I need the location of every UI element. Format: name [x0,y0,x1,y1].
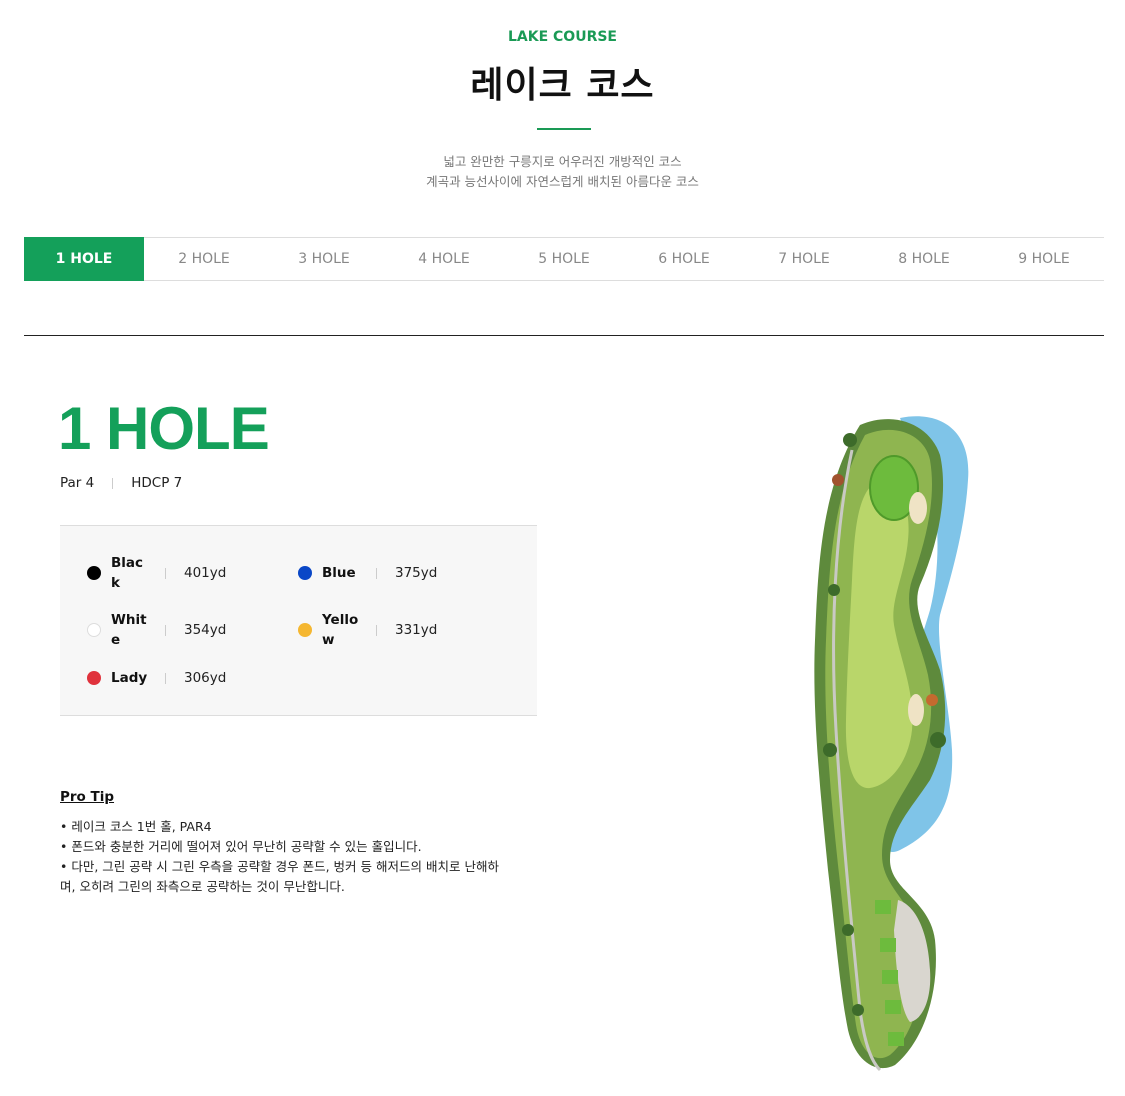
hole-meta: Par 4 HDCP 7 [60,475,182,491]
tee-name: Black [111,555,144,591]
tab-hole-3[interactable]: 3 HOLE [264,238,384,280]
tee-box [880,938,896,952]
tab-hole-1[interactable]: 1 HOLE [24,237,144,281]
title-divider [537,128,591,130]
course-english-name: LAKE COURSE [507,29,617,45]
tee-color-dot [87,671,101,685]
tee-yardage: 306yd [184,670,227,686]
tab-hole-2[interactable]: 2 HOLE [144,238,264,280]
tee-yardage: 354yd [184,622,227,638]
tee-separator [165,624,166,636]
tee-color-dot [298,623,312,637]
hole-title: 1 HOLE [58,395,270,462]
bunker [909,492,927,524]
meta-separator [112,477,114,489]
hole-tabs: 1 HOLE 2 HOLE 3 HOLE 4 HOLE 5 HOLE 6 HOL… [24,237,1104,281]
tab-hole-8[interactable]: 8 HOLE [864,238,984,280]
tee-separator [165,672,166,684]
tree [926,694,938,706]
tree [823,743,837,757]
tee-separator [165,567,166,579]
hole-par: Par 4 [60,475,95,491]
tee-yellow: Yellow 331yd [298,610,437,650]
tee-color-dot [87,566,101,580]
tree [828,584,840,596]
bunker [908,694,924,726]
protip-list: • 레이크 코스 1번 홀, PAR4 • 폰드와 충분한 거리에 떨어져 있어… [60,817,500,897]
tee-lady: Lady 306yd [87,668,226,688]
protip-item: • 레이크 코스 1번 홀, PAR4 [60,819,212,834]
tee-separator [376,624,377,636]
protip-item: • 다만, 그린 공략 시 그린 우측을 공략할 경우 폰드, 벙커 등 해저드… [60,859,499,894]
protip-title: Pro Tip [60,789,115,805]
tree [843,433,857,447]
description-line-1: 넓고 완만한 구릉지로 어우러진 개방적인 코스 [443,154,682,169]
page-title: 레이크 코스 [470,65,655,106]
tree [832,474,844,486]
tee-name: Lady [111,670,148,686]
tee-box [882,970,898,984]
tab-hole-7[interactable]: 7 HOLE [744,238,864,280]
tee-yardage: 331yd [395,622,438,638]
tee-color-dot [87,623,101,637]
tree [930,732,946,748]
tab-hole-6[interactable]: 6 HOLE [624,238,744,280]
tee-box [885,1000,901,1014]
tee-white: White 354yd [87,610,226,650]
hole-map-illustration [814,416,969,1072]
tee-name: Yellow [322,612,359,648]
section-divider [24,335,1104,336]
tee-blue: Blue 375yd [298,563,437,583]
tee-color-dot [298,566,312,580]
tee-box [888,1032,904,1046]
tab-hole-5[interactable]: 5 HOLE [504,238,624,280]
tree [852,1004,864,1016]
tab-hole-9[interactable]: 9 HOLE [984,238,1104,280]
tee-name: Blue [322,565,356,581]
tee-name: White [111,612,147,648]
tree [842,924,854,936]
hole-hdcp: HDCP 7 [131,475,183,491]
tee-yardage: 401yd [184,565,227,581]
tee-black: Black 401yd [87,553,226,593]
tee-separator [376,567,377,579]
protip-item: • 폰드와 충분한 거리에 떨어져 있어 무난히 공략할 수 있는 홀입니다. [60,839,422,854]
tee-yardage-table: Black 401yd Blue 375yd White 354yd Yello… [60,525,537,716]
tee-box [875,900,891,914]
tee-yardage: 375yd [395,565,438,581]
description-line-2: 계곡과 능선사이에 자연스럽게 배치된 아름다운 코스 [426,174,699,189]
tab-hole-4[interactable]: 4 HOLE [384,238,504,280]
course-description: 넓고 완만한 구릉지로 어우러진 개방적인 코스 계곡과 능선사이에 자연스럽게… [0,152,1125,192]
